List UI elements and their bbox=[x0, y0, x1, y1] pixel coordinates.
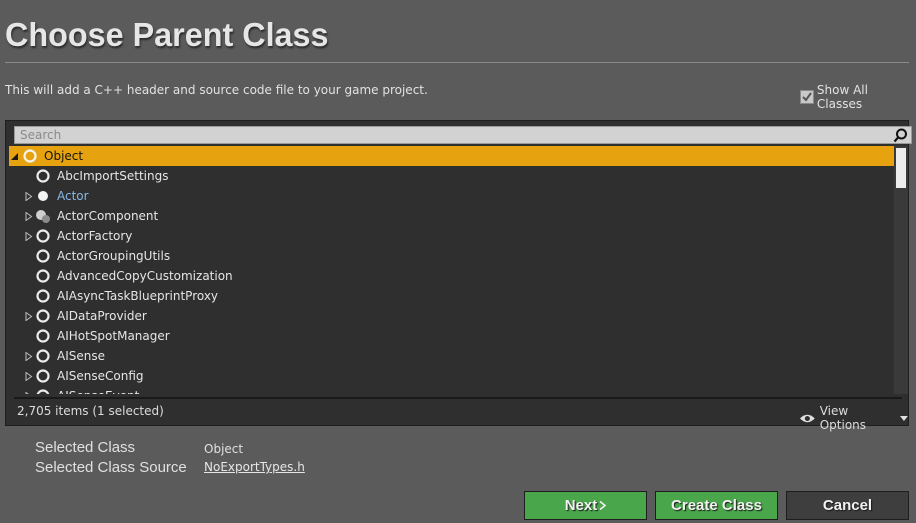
selected-class-source-label: Selected Class Source bbox=[35, 459, 187, 476]
checkmark-icon bbox=[802, 92, 812, 102]
class-circle-icon bbox=[35, 348, 51, 364]
title-divider bbox=[5, 62, 909, 63]
tree-row-label: AbcImportSettings bbox=[57, 169, 169, 183]
class-circle-icon bbox=[22, 148, 38, 164]
tree-row[interactable]: ActorComponent bbox=[9, 206, 894, 226]
panel-divider bbox=[14, 397, 902, 399]
chevron-right-icon bbox=[599, 501, 607, 510]
collapsed-arrow-icon[interactable] bbox=[24, 351, 34, 361]
tree-row-label: AISenseEvent bbox=[57, 389, 139, 394]
create-class-button-label: Create Class bbox=[671, 497, 762, 514]
tree-row[interactable]: AISenseConfig bbox=[9, 366, 894, 386]
tree-row-label: Actor bbox=[57, 189, 89, 203]
cancel-button-label: Cancel bbox=[822, 497, 873, 514]
next-button-label: Next bbox=[564, 497, 598, 514]
actor-component-icon bbox=[35, 208, 51, 224]
selected-class-source-link[interactable]: NoExportTypes.h bbox=[204, 460, 305, 474]
tree-row[interactable]: ActorGroupingUtils bbox=[9, 246, 894, 266]
create-class-button[interactable]: Create Class bbox=[655, 491, 778, 520]
scrollbar-thumb[interactable] bbox=[896, 148, 906, 188]
tree-row-label: AISense bbox=[57, 349, 105, 363]
class-circle-icon bbox=[35, 308, 51, 324]
tree-row-label: AIDataProvider bbox=[57, 309, 147, 323]
tree-row[interactable]: AdvancedCopyCustomization bbox=[9, 266, 894, 286]
view-options-button[interactable]: View Options bbox=[799, 404, 908, 432]
class-circle-icon bbox=[35, 268, 51, 284]
class-circle-icon bbox=[35, 228, 51, 244]
tree-scrollbar[interactable] bbox=[894, 146, 908, 394]
tree-row-label: AISenseConfig bbox=[57, 369, 144, 383]
view-options-label: View Options bbox=[819, 404, 867, 432]
item-count: 2,705 items (1 selected) bbox=[17, 404, 164, 418]
collapsed-arrow-icon[interactable] bbox=[24, 191, 34, 201]
collapsed-arrow-icon[interactable] bbox=[24, 211, 34, 221]
search-box bbox=[14, 126, 912, 144]
tree-row-label: Object bbox=[44, 149, 84, 163]
eye-icon bbox=[799, 414, 815, 422]
class-circle-icon bbox=[35, 168, 51, 184]
selected-class-value: Object bbox=[204, 442, 244, 456]
tree-row[interactable]: Actor bbox=[9, 186, 894, 206]
class-circle-icon bbox=[35, 368, 51, 384]
cancel-button[interactable]: Cancel bbox=[786, 491, 909, 520]
class-circle-icon bbox=[35, 248, 51, 264]
dialog-subtitle: This will add a C++ header and source co… bbox=[5, 83, 428, 97]
tree-row-label: AdvancedCopyCustomization bbox=[57, 269, 233, 283]
tree-row[interactable]: Object bbox=[9, 146, 894, 166]
class-tree: Object AbcImportSettings Actor ActorCompone… bbox=[6, 146, 894, 394]
chevron-down-icon bbox=[900, 415, 908, 421]
tree-row[interactable]: AIAsyncTaskBlueprintProxy bbox=[9, 286, 894, 306]
tree-row[interactable]: AISenseEvent bbox=[9, 386, 894, 394]
tree-row-label: ActorComponent bbox=[57, 209, 159, 223]
search-input[interactable] bbox=[15, 127, 883, 143]
tree-row[interactable]: ActorFactory bbox=[9, 226, 894, 246]
next-button[interactable]: Next bbox=[524, 491, 647, 520]
tree-row[interactable]: AIHotSpotManager bbox=[9, 326, 894, 346]
collapsed-arrow-icon[interactable] bbox=[24, 371, 34, 381]
tree-row-label: AIHotSpotManager bbox=[57, 329, 170, 343]
class-circle-icon bbox=[35, 328, 51, 344]
tree-row[interactable]: AISense bbox=[9, 346, 894, 366]
tree-row[interactable]: AbcImportSettings bbox=[9, 166, 894, 186]
class-circle-icon bbox=[35, 388, 51, 394]
selected-class-label: Selected Class bbox=[35, 439, 136, 456]
show-all-classes-label: Show All Classes bbox=[816, 83, 868, 111]
class-picker-panel: Object AbcImportSettings Actor ActorCompone… bbox=[5, 120, 912, 432]
search-icon[interactable] bbox=[893, 128, 908, 143]
class-circle-icon bbox=[35, 288, 51, 304]
collapsed-arrow-icon[interactable] bbox=[24, 231, 34, 241]
collapsed-arrow-icon[interactable] bbox=[24, 391, 34, 394]
tree-row-label: ActorGroupingUtils bbox=[57, 249, 171, 263]
tree-row-label: ActorFactory bbox=[57, 229, 133, 243]
actor-sphere-icon bbox=[35, 188, 51, 204]
collapsed-arrow-icon[interactable] bbox=[24, 311, 34, 321]
tree-row[interactable]: AIDataProvider bbox=[9, 306, 894, 326]
expanded-arrow-icon[interactable] bbox=[10, 151, 20, 161]
tree-row-label: AIAsyncTaskBlueprintProxy bbox=[57, 289, 219, 303]
show-all-classes-checkbox[interactable] bbox=[800, 90, 814, 104]
show-all-classes-toggle[interactable]: Show All Classes bbox=[800, 83, 916, 111]
dialog-title: Choose Parent Class bbox=[5, 16, 329, 53]
